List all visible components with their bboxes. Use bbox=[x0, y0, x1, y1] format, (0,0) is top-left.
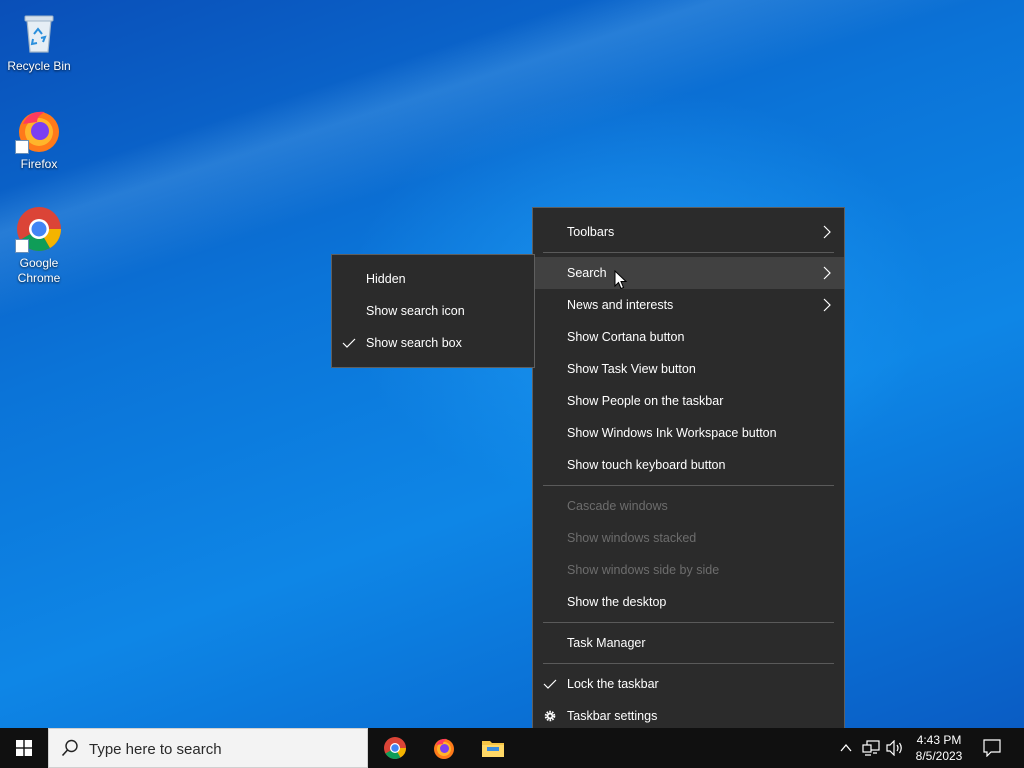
menu-separator bbox=[543, 485, 834, 486]
submenu-item-show-search-box[interactable]: Show search box bbox=[332, 327, 534, 359]
desktop-icon-label: Google Chrome bbox=[17, 256, 61, 285]
speaker-icon bbox=[886, 740, 902, 756]
firefox-icon bbox=[434, 738, 454, 759]
menu-item-show-windows-ink[interactable]: Show Windows Ink Workspace button bbox=[533, 417, 844, 449]
menu-item-task-manager[interactable]: Task Manager bbox=[533, 627, 844, 659]
submenu-item-hidden[interactable]: Hidden bbox=[332, 263, 534, 295]
menu-item-label: Show Cortana button bbox=[567, 330, 685, 344]
menu-separator bbox=[543, 622, 834, 623]
network-icon bbox=[862, 740, 880, 756]
menu-item-label: News and interests bbox=[567, 298, 674, 312]
checkmark-icon bbox=[543, 679, 557, 689]
menu-item-label: Show windows side by side bbox=[567, 563, 720, 577]
file-explorer-icon bbox=[482, 741, 504, 757]
search-icon bbox=[61, 739, 78, 757]
clock-date: 8/5/2023 bbox=[915, 749, 963, 763]
notification-icon bbox=[983, 739, 1001, 757]
menu-item-label: Lock the taskbar bbox=[567, 677, 659, 691]
menu-item-label: Show the desktop bbox=[567, 595, 667, 609]
menu-item-label: Task Manager bbox=[567, 636, 646, 650]
network-button[interactable] bbox=[860, 728, 882, 768]
taskbar: 4:43 PM 8/5/2023 bbox=[0, 728, 1024, 768]
search-input[interactable] bbox=[89, 738, 359, 760]
menu-item-label: Show People on the taskbar bbox=[567, 394, 724, 408]
chrome-icon bbox=[384, 737, 406, 759]
menu-item-lock-the-taskbar[interactable]: Lock the taskbar bbox=[533, 668, 844, 700]
menu-separator bbox=[543, 252, 834, 253]
taskbar-app-firefox[interactable] bbox=[420, 728, 468, 768]
checkmark-icon bbox=[342, 338, 356, 348]
chevron-right-icon bbox=[823, 298, 831, 312]
menu-item-show-cortana-button[interactable]: Show Cortana button bbox=[533, 321, 844, 353]
menu-item-label: Show search box bbox=[366, 336, 462, 350]
chrome-icon bbox=[15, 205, 63, 253]
chevron-up-icon bbox=[840, 743, 852, 752]
menu-item-label: Taskbar settings bbox=[567, 709, 658, 723]
shortcut-arrow-icon bbox=[15, 140, 29, 154]
chevron-right-icon bbox=[823, 266, 831, 280]
menu-item-label: Show Task View button bbox=[567, 362, 696, 376]
menu-item-label: Show search icon bbox=[366, 304, 465, 318]
action-center-button[interactable] bbox=[976, 728, 1008, 768]
menu-item-show-the-desktop[interactable]: Show the desktop bbox=[533, 586, 844, 618]
menu-item-show-touch-keyboard[interactable]: Show touch keyboard button bbox=[533, 449, 844, 481]
menu-item-label: Show windows stacked bbox=[567, 531, 697, 545]
taskbar-app-file-explorer[interactable] bbox=[469, 728, 517, 768]
menu-item-label: Show Windows Ink Workspace button bbox=[567, 426, 777, 440]
desktop-icon-google-chrome[interactable]: Google Chrome bbox=[2, 205, 76, 286]
taskbar-context-menu: Toolbars Search News and interests Show … bbox=[532, 207, 845, 741]
desktop-icon-firefox[interactable]: Firefox bbox=[2, 106, 76, 172]
menu-item-search[interactable]: Search bbox=[533, 257, 844, 289]
menu-item-label: Toolbars bbox=[567, 225, 615, 239]
menu-item-show-windows-side-by-side: Show windows side by side bbox=[533, 554, 844, 586]
desktop-icon-label: Recycle Bin bbox=[7, 59, 71, 73]
menu-separator bbox=[543, 663, 834, 664]
clock-time: 4:43 PM bbox=[916, 733, 962, 747]
firefox-icon bbox=[15, 106, 63, 154]
menu-item-show-people[interactable]: Show People on the taskbar bbox=[533, 385, 844, 417]
menu-item-label: Cascade windows bbox=[567, 499, 668, 513]
menu-item-label: Hidden bbox=[366, 272, 406, 286]
menu-item-toolbars[interactable]: Toolbars bbox=[533, 216, 844, 248]
menu-item-cascade-windows: Cascade windows bbox=[533, 490, 844, 522]
start-button[interactable] bbox=[0, 728, 48, 768]
submenu-item-show-search-icon[interactable]: Show search icon bbox=[332, 295, 534, 327]
desktop-icon-recycle-bin[interactable]: Recycle Bin bbox=[2, 8, 76, 74]
recycle-bin-icon bbox=[15, 8, 63, 56]
show-hidden-icons-button[interactable] bbox=[836, 728, 856, 768]
taskbar-app-chrome[interactable] bbox=[371, 728, 419, 768]
menu-item-label: Show touch keyboard button bbox=[567, 458, 726, 472]
mouse-cursor-icon bbox=[614, 270, 628, 290]
volume-button[interactable] bbox=[884, 728, 906, 768]
chevron-right-icon bbox=[823, 225, 831, 239]
menu-item-news-and-interests[interactable]: News and interests bbox=[533, 289, 844, 321]
taskbar-clock[interactable]: 4:43 PM 8/5/2023 bbox=[904, 732, 974, 764]
menu-item-label: Search bbox=[567, 266, 607, 280]
windows-logo-icon bbox=[16, 740, 32, 756]
taskbar-search-box[interactable] bbox=[48, 728, 368, 768]
desktop-icon-label: Firefox bbox=[20, 157, 58, 171]
menu-item-show-task-view-button[interactable]: Show Task View button bbox=[533, 353, 844, 385]
shortcut-arrow-icon bbox=[15, 239, 29, 253]
search-submenu: Hidden Show search icon Show search box bbox=[331, 254, 535, 368]
gear-icon bbox=[544, 710, 556, 722]
menu-item-show-windows-stacked: Show windows stacked bbox=[533, 522, 844, 554]
